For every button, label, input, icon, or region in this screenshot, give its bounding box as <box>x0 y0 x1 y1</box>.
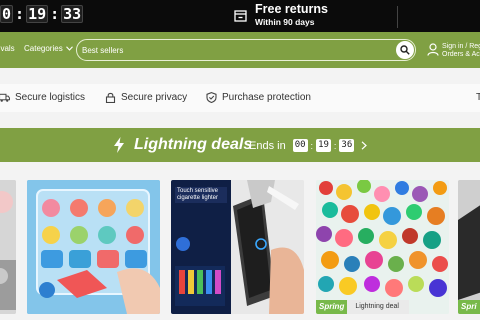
product-card-shoe-charms[interactable]: Spring Lightning deal <box>316 180 449 314</box>
trust-bar: Secure logistics Secure privacy Purchase… <box>0 84 480 112</box>
product-card-partial[interactable] <box>0 180 16 314</box>
countdown-seconds: 33 <box>61 5 84 23</box>
countdown-minutes: 19 <box>26 5 49 23</box>
deal-badge: Spri <box>458 300 480 314</box>
deals-seconds: 36 <box>339 139 355 152</box>
nav-categories[interactable]: Categories <box>24 44 73 53</box>
divider <box>397 6 398 28</box>
chevron-down-icon <box>65 46 73 51</box>
nav-categories-label: Categories <box>24 44 63 53</box>
lightning-deals-title: Lightning deals <box>134 136 253 153</box>
shield-check-icon <box>206 92 217 103</box>
truck-icon <box>0 93 10 102</box>
trust-secure-privacy[interactable]: Secure privacy <box>105 92 187 103</box>
trust-label: T <box>476 92 480 103</box>
spring-badge-label: Spring <box>316 300 348 314</box>
ends-in-label: Ends in <box>249 139 286 152</box>
deals-countdown: Ends in 00 : 19 : 36 <box>249 139 368 152</box>
user-icon <box>427 43 439 56</box>
promo-bar: 0 : 19 : 33 Free returns Within 90 days <box>0 0 480 32</box>
product-card-pill-organizer[interactable] <box>27 180 160 314</box>
search-input[interactable] <box>82 44 382 57</box>
free-returns-title: Free returns <box>255 2 328 16</box>
chevron-right-icon <box>361 141 368 150</box>
spring-badge-label: Spri <box>458 300 480 314</box>
nav-new-arrivals[interactable]: rivals <box>0 44 15 53</box>
countdown-timer: 0 : 19 : 33 <box>0 5 84 23</box>
deals-colon: : <box>310 140 314 151</box>
sign-in-label: Sign in / Reg <box>442 43 480 50</box>
lock-icon <box>105 92 116 103</box>
free-returns-promo[interactable]: Free returns Within 90 days <box>234 3 328 29</box>
trust-label: Secure privacy <box>121 92 188 103</box>
product-tag-label: Touch sensitive cigarette lighter <box>177 188 219 201</box>
deal-badge: Spring Lightning deal <box>316 300 409 314</box>
deals-hours: 00 <box>292 139 308 152</box>
product-tag: Touch sensitive cigarette lighter <box>175 187 227 203</box>
return-box-icon <box>234 10 247 22</box>
trust-item-partial[interactable]: T <box>476 92 480 103</box>
trust-label: Purchase protection <box>222 92 311 103</box>
trust-purchase-protection[interactable]: Purchase protection <box>206 92 311 103</box>
free-returns-subtitle: Within 90 days <box>255 17 315 27</box>
trust-secure-logistics[interactable]: Secure logistics <box>0 92 85 103</box>
product-image <box>27 180 160 314</box>
product-image <box>458 180 480 314</box>
product-image <box>0 180 16 314</box>
countdown-hours: 0 <box>0 5 14 23</box>
lightning-deal-label: Lightning deal <box>347 300 409 314</box>
search-bar <box>76 39 416 61</box>
deals-minutes: 19 <box>316 139 331 152</box>
countdown-colon: : <box>50 5 60 23</box>
trust-label: Secure logistics <box>15 92 86 103</box>
lightning-deals-banner[interactable]: Lightning deals Ends in 00 : 19 : 36 <box>0 128 480 162</box>
account-menu[interactable]: Sign in / Reg Orders & Ac <box>427 43 480 59</box>
lightning-bolt-icon <box>114 137 124 153</box>
search-icon <box>400 45 410 55</box>
product-card-cigarette-lighter[interactable]: Touch sensitive cigarette lighter <box>171 180 304 314</box>
countdown-colon: : <box>15 5 25 23</box>
main-header: rivals Categories Sign in / Reg Orders &… <box>0 32 480 68</box>
search-button[interactable] <box>396 41 414 59</box>
deals-colon: : <box>333 140 337 151</box>
orders-label: Orders & Ac <box>442 51 480 58</box>
product-card-partial[interactable]: Spri <box>458 180 480 314</box>
product-image <box>316 180 449 314</box>
